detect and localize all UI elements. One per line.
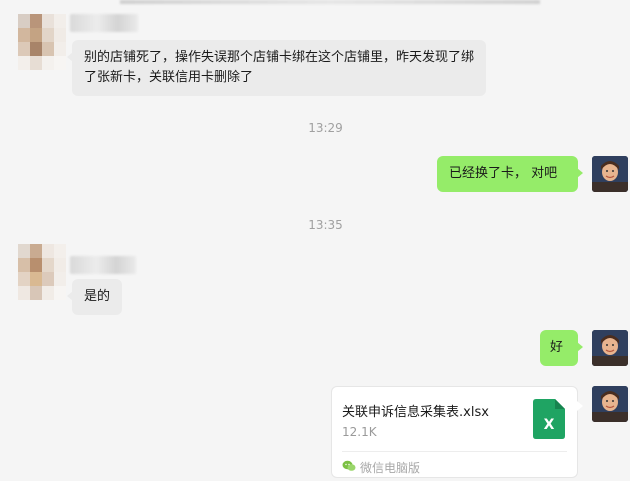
message-bubble-incoming[interactable]: 别的店铺死了，操作失误那个店铺卡绑在这个店铺里，昨天发现了绑了张新卡，关联信用卡…	[67, 40, 486, 96]
file-source: 微信电脑版	[360, 461, 421, 475]
file-name: 关联申诉信息采集表.xlsx	[342, 405, 489, 420]
timestamp: 13:29	[308, 121, 343, 135]
file-message-card[interactable]: 关联申诉信息采集表.xlsx 12.1K X 微信电脑版	[331, 386, 583, 478]
chat-window: { "messages": [ {"text": "别的店铺死了，操作失误那个店…	[0, 0, 630, 481]
message-bubble-outgoing[interactable]: 已经换了卡， 对吧	[437, 156, 583, 192]
timestamp: 13:35	[308, 218, 343, 232]
message-text: 别的店铺死了，操作失误那个店铺卡绑在这个店铺里，昨天发现了绑了张新卡，关联信用卡…	[84, 50, 475, 85]
message-text: 已经换了卡， 对吧	[449, 166, 558, 181]
excel-icon: X	[533, 399, 565, 439]
cropped-previous-message	[120, 0, 540, 4]
my-avatar[interactable]	[592, 330, 628, 366]
contact-name	[70, 14, 138, 32]
my-avatar[interactable]	[592, 156, 628, 192]
file-size: 12.1K	[342, 425, 377, 439]
message-text: 是的	[84, 289, 111, 304]
contact-avatar[interactable]	[18, 14, 66, 70]
contact-name	[70, 256, 136, 274]
excel-icon-letter: X	[544, 417, 555, 433]
message-bubble-incoming[interactable]: 是的	[67, 279, 122, 315]
message-text: 好	[550, 340, 564, 355]
message-bubble-outgoing[interactable]: 好	[540, 330, 583, 366]
wechat-icon	[342, 460, 356, 471]
my-avatar[interactable]	[592, 386, 628, 422]
file-card-divider	[342, 451, 567, 452]
contact-avatar[interactable]	[18, 244, 66, 300]
